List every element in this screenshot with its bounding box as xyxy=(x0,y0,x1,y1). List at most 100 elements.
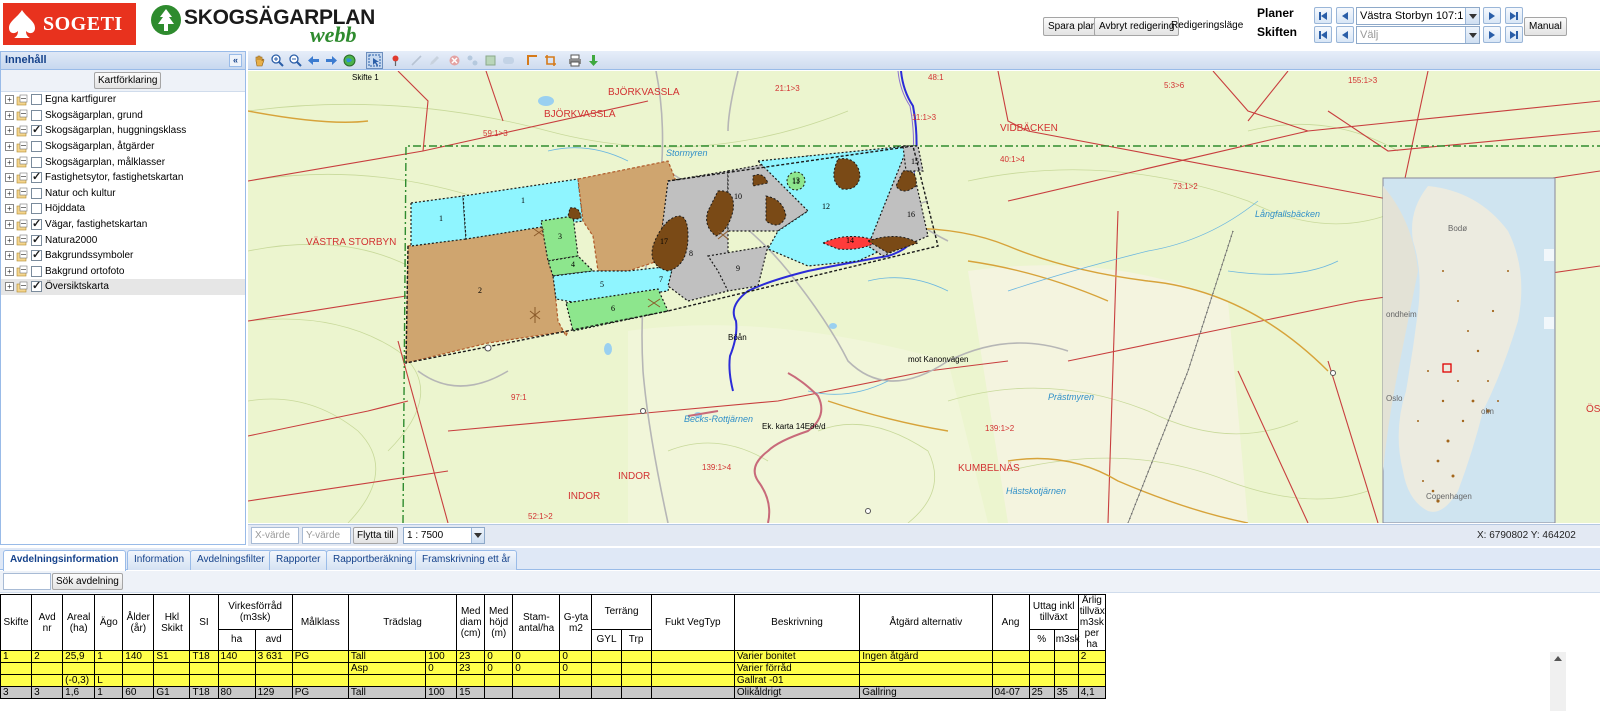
last-plan-button[interactable] xyxy=(1505,7,1523,24)
scale-select[interactable]: 1 : 7500 xyxy=(403,527,485,544)
globe-icon[interactable] xyxy=(341,52,358,69)
layer-item[interactable]: + Vägar, fastighetskartan xyxy=(1,217,245,233)
tab-information[interactable]: Information xyxy=(127,550,192,570)
expand-icon[interactable]: + xyxy=(5,95,14,105)
layer-checkbox[interactable] xyxy=(31,141,42,153)
layer-item[interactable]: + Bakgrundssymboler xyxy=(1,248,245,264)
save-plan-button[interactable]: Spara plan xyxy=(1043,17,1102,36)
layer-label: Höjddata xyxy=(45,203,86,215)
table-row[interactable]: Asp 0 23 0 0 0 Varier förråd xyxy=(0,662,1106,675)
layer-item[interactable]: + Fastighetsytor, fastighetskartan xyxy=(1,170,245,186)
water-label: Långfallsbäcken xyxy=(1255,209,1320,219)
layer-checkbox[interactable] xyxy=(31,156,42,168)
tab-rapporter[interactable]: Rapporter xyxy=(269,550,328,570)
expand-icon[interactable]: + xyxy=(5,235,14,245)
expand-icon[interactable]: + xyxy=(5,204,14,214)
layer-checkbox[interactable] xyxy=(31,217,42,232)
layer-checkbox[interactable] xyxy=(31,203,42,215)
prev-parcel-button[interactable] xyxy=(1336,26,1354,43)
comment-icon[interactable] xyxy=(500,52,517,69)
y-value-input[interactable]: Y-värde xyxy=(302,527,351,544)
back-arrow-icon[interactable] xyxy=(305,52,322,69)
expand-icon[interactable]: + xyxy=(5,251,14,261)
edit-pencil-icon[interactable] xyxy=(426,52,443,69)
tab-rapportberakning[interactable]: Rapportberäkning xyxy=(326,550,420,570)
layer-item[interactable]: + Höjddata xyxy=(1,201,245,217)
layer-item[interactable]: + Egna kartfigurer xyxy=(1,92,245,108)
measure-icon[interactable] xyxy=(524,52,541,69)
layer-item[interactable]: + Skogsägarplan, huggningsklass xyxy=(1,123,245,139)
expand-icon[interactable]: + xyxy=(5,142,14,152)
stand-search-input[interactable] xyxy=(3,573,51,590)
map-canvas[interactable]: 1 1 2 3 4 5 6 7 8 9 10 11 12 13 14 15 16… xyxy=(248,71,1600,523)
table-row[interactable]: 1 2 25,9 1 140 S1 T18 140 3 631 PG Tall 100 23 0 0 0 Var… xyxy=(0,650,1106,663)
parcel-select[interactable]: Välj xyxy=(1356,26,1480,44)
expand-icon[interactable]: + xyxy=(5,173,14,183)
table-row[interactable]: 3 3 1,6 1 60 G1 T18 80 129 PG Tall 100 15 Olikåldrigt… xyxy=(0,686,1106,699)
expand-icon[interactable]: + xyxy=(5,220,14,230)
table-cell: 140 xyxy=(217,650,256,663)
overview-map[interactable]: Bodø ondheim Oslo olm Copenhagen xyxy=(1382,177,1556,523)
map-pin-icon[interactable] xyxy=(387,52,404,69)
plan-select[interactable]: Västra Storbyn 107:1 xyxy=(1356,7,1480,25)
layer-checkbox[interactable] xyxy=(31,109,42,121)
cancel-edit-button[interactable]: Avbryt redigering xyxy=(1094,17,1180,36)
collapse-panel-button[interactable]: « xyxy=(229,54,242,67)
layer-checkbox[interactable] xyxy=(31,248,42,263)
layer-checkbox[interactable] xyxy=(31,265,42,277)
draw-line-icon[interactable] xyxy=(408,52,425,69)
expand-icon[interactable]: + xyxy=(5,282,14,292)
select-frame-icon[interactable] xyxy=(366,52,383,69)
expand-icon[interactable]: + xyxy=(5,157,14,167)
layer-checkbox[interactable] xyxy=(31,187,42,199)
map-legend-button[interactable]: Kartförklaring xyxy=(94,72,162,89)
col-header: Målklass xyxy=(291,594,349,651)
zoom-in-icon[interactable] xyxy=(269,52,286,69)
expand-icon[interactable]: + xyxy=(5,266,14,276)
print-icon[interactable] xyxy=(566,52,583,69)
delete-icon[interactable] xyxy=(446,52,463,69)
first-plan-button[interactable] xyxy=(1314,7,1332,24)
layer-checkbox[interactable] xyxy=(31,94,42,106)
tab-avdelningsinformation[interactable]: Avdelningsinformation xyxy=(3,550,126,571)
place-label: INDOR xyxy=(618,471,650,482)
search-stand-button[interactable]: Sök avdelning xyxy=(52,573,123,590)
tab-avdelningsfilter[interactable]: Avdelningsfilter xyxy=(190,550,272,570)
expand-icon[interactable]: + xyxy=(5,188,14,198)
layer-item[interactable]: + Natura2000 xyxy=(1,232,245,248)
split-icon[interactable] xyxy=(464,52,481,69)
last-parcel-button[interactable] xyxy=(1505,26,1523,43)
next-parcel-button[interactable] xyxy=(1483,26,1501,43)
merge-icon[interactable] xyxy=(482,52,499,69)
expand-icon[interactable]: + xyxy=(5,110,14,120)
pan-hand-icon[interactable] xyxy=(251,52,268,69)
layer-item[interactable]: + Skogsägarplan, grund xyxy=(1,108,245,124)
layer-item[interactable]: + Översiktskarta xyxy=(1,279,245,295)
forward-arrow-icon[interactable] xyxy=(323,52,340,69)
layer-item[interactable]: + Skogsägarplan, målklasser xyxy=(1,154,245,170)
next-plan-button[interactable] xyxy=(1483,7,1501,24)
first-parcel-button[interactable] xyxy=(1314,26,1332,43)
layer-checkbox[interactable] xyxy=(31,233,42,248)
layer-item[interactable]: + Bakgrund ortofoto xyxy=(1,264,245,280)
move-to-button[interactable]: Flytta till xyxy=(353,527,398,544)
x-value-input[interactable]: X-värde xyxy=(251,527,299,544)
layer-checkbox[interactable] xyxy=(31,279,42,294)
layer-item[interactable]: + Skogsägarplan, åtgärder xyxy=(1,139,245,155)
table-scrollbar[interactable] xyxy=(1550,652,1566,711)
manual-button[interactable]: Manual xyxy=(1524,17,1567,36)
tab-framskrivning[interactable]: Framskrivning ett år xyxy=(415,550,518,570)
table-cell: 100 xyxy=(425,686,458,699)
expand-icon[interactable]: + xyxy=(5,126,14,136)
prev-plan-button[interactable] xyxy=(1336,7,1354,24)
layer-checkbox[interactable] xyxy=(31,123,42,138)
download-icon[interactable] xyxy=(585,52,602,69)
plans-label: Planer xyxy=(1257,6,1294,20)
table-cell: 0 xyxy=(425,662,458,675)
zoom-out-icon[interactable] xyxy=(287,52,304,69)
map-view[interactable]: 1 1 2 3 4 5 6 7 8 9 10 11 12 13 14 15 16… xyxy=(248,71,1600,523)
layer-checkbox[interactable] xyxy=(31,170,42,185)
table-row[interactable]: (-0,3) L Gallrat -01 xyxy=(0,674,1106,687)
layer-item[interactable]: + Natur och kultur xyxy=(1,186,245,202)
crop-icon[interactable] xyxy=(542,52,559,69)
